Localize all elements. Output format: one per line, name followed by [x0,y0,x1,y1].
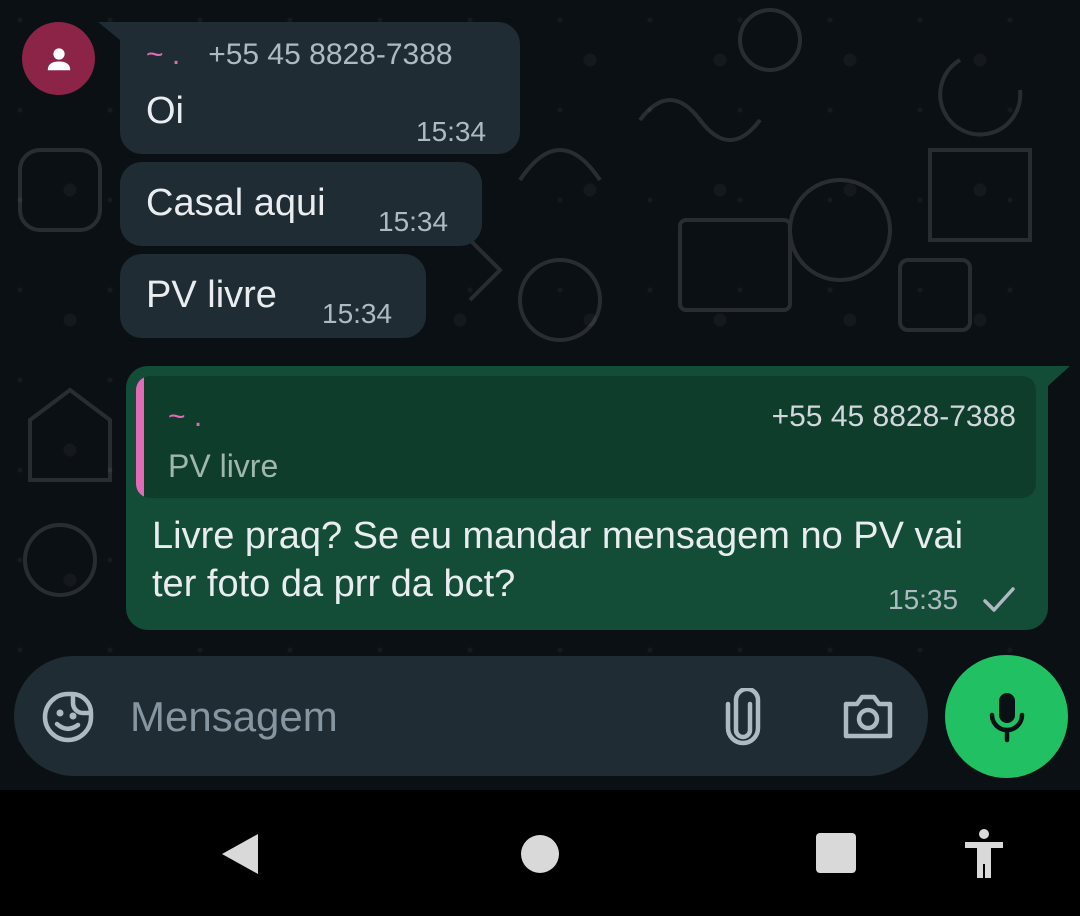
message-text: PV livre [146,274,277,316]
voice-message-button[interactable] [945,655,1068,778]
message-input[interactable] [128,684,692,750]
message-text: Casal aqui [146,182,326,224]
single-check-icon [983,587,1015,612]
home-icon[interactable] [521,835,559,873]
message-time: 15:35 [888,584,959,615]
camera-icon[interactable] [840,688,896,744]
quoted-message[interactable]: ~ . +55 45 8828-7388 PV livre [136,376,1036,498]
sender-avatar[interactable] [22,22,95,95]
quote-sender-name: ~ . [168,400,203,433]
incoming-message-bubble[interactable]: Casal aqui 15:34 [120,162,482,246]
sender-name[interactable]: ~ . [146,38,180,71]
incoming-bubble-tail [98,22,120,40]
quote-sender-phone: +55 45 8828-7388 [771,400,1016,433]
message-time: 15:34 [378,206,449,237]
quote-text: PV livre [168,448,279,484]
quote-accent-bar [136,376,144,498]
outgoing-bubble-tail [1048,366,1070,386]
accessibility-icon[interactable] [962,828,1006,880]
recents-icon[interactable] [816,833,856,873]
sticker-icon[interactable] [40,689,96,745]
incoming-message-bubble[interactable]: ~ . +55 45 8828-7388 Oi 15:34 [120,22,520,154]
sender-header: ~ . +55 45 8828-7388 [146,38,453,72]
back-icon[interactable] [220,832,260,876]
microphone-icon [989,692,1024,742]
message-time: 15:34 [322,298,393,329]
paperclip-icon[interactable] [720,688,766,746]
message-text: Oi [146,90,184,132]
person-icon [47,47,70,70]
message-text: Livre praq? Se eu mandar mensagem no PV … [152,515,964,605]
incoming-message-bubble[interactable]: PV livre 15:34 [120,254,426,338]
message-time: 15:34 [416,116,487,147]
outgoing-message-bubble[interactable]: ~ . +55 45 8828-7388 PV livre Livre praq… [126,366,1048,630]
sender-phone[interactable]: +55 45 8828-7388 [208,38,452,71]
message-composer [14,656,928,776]
